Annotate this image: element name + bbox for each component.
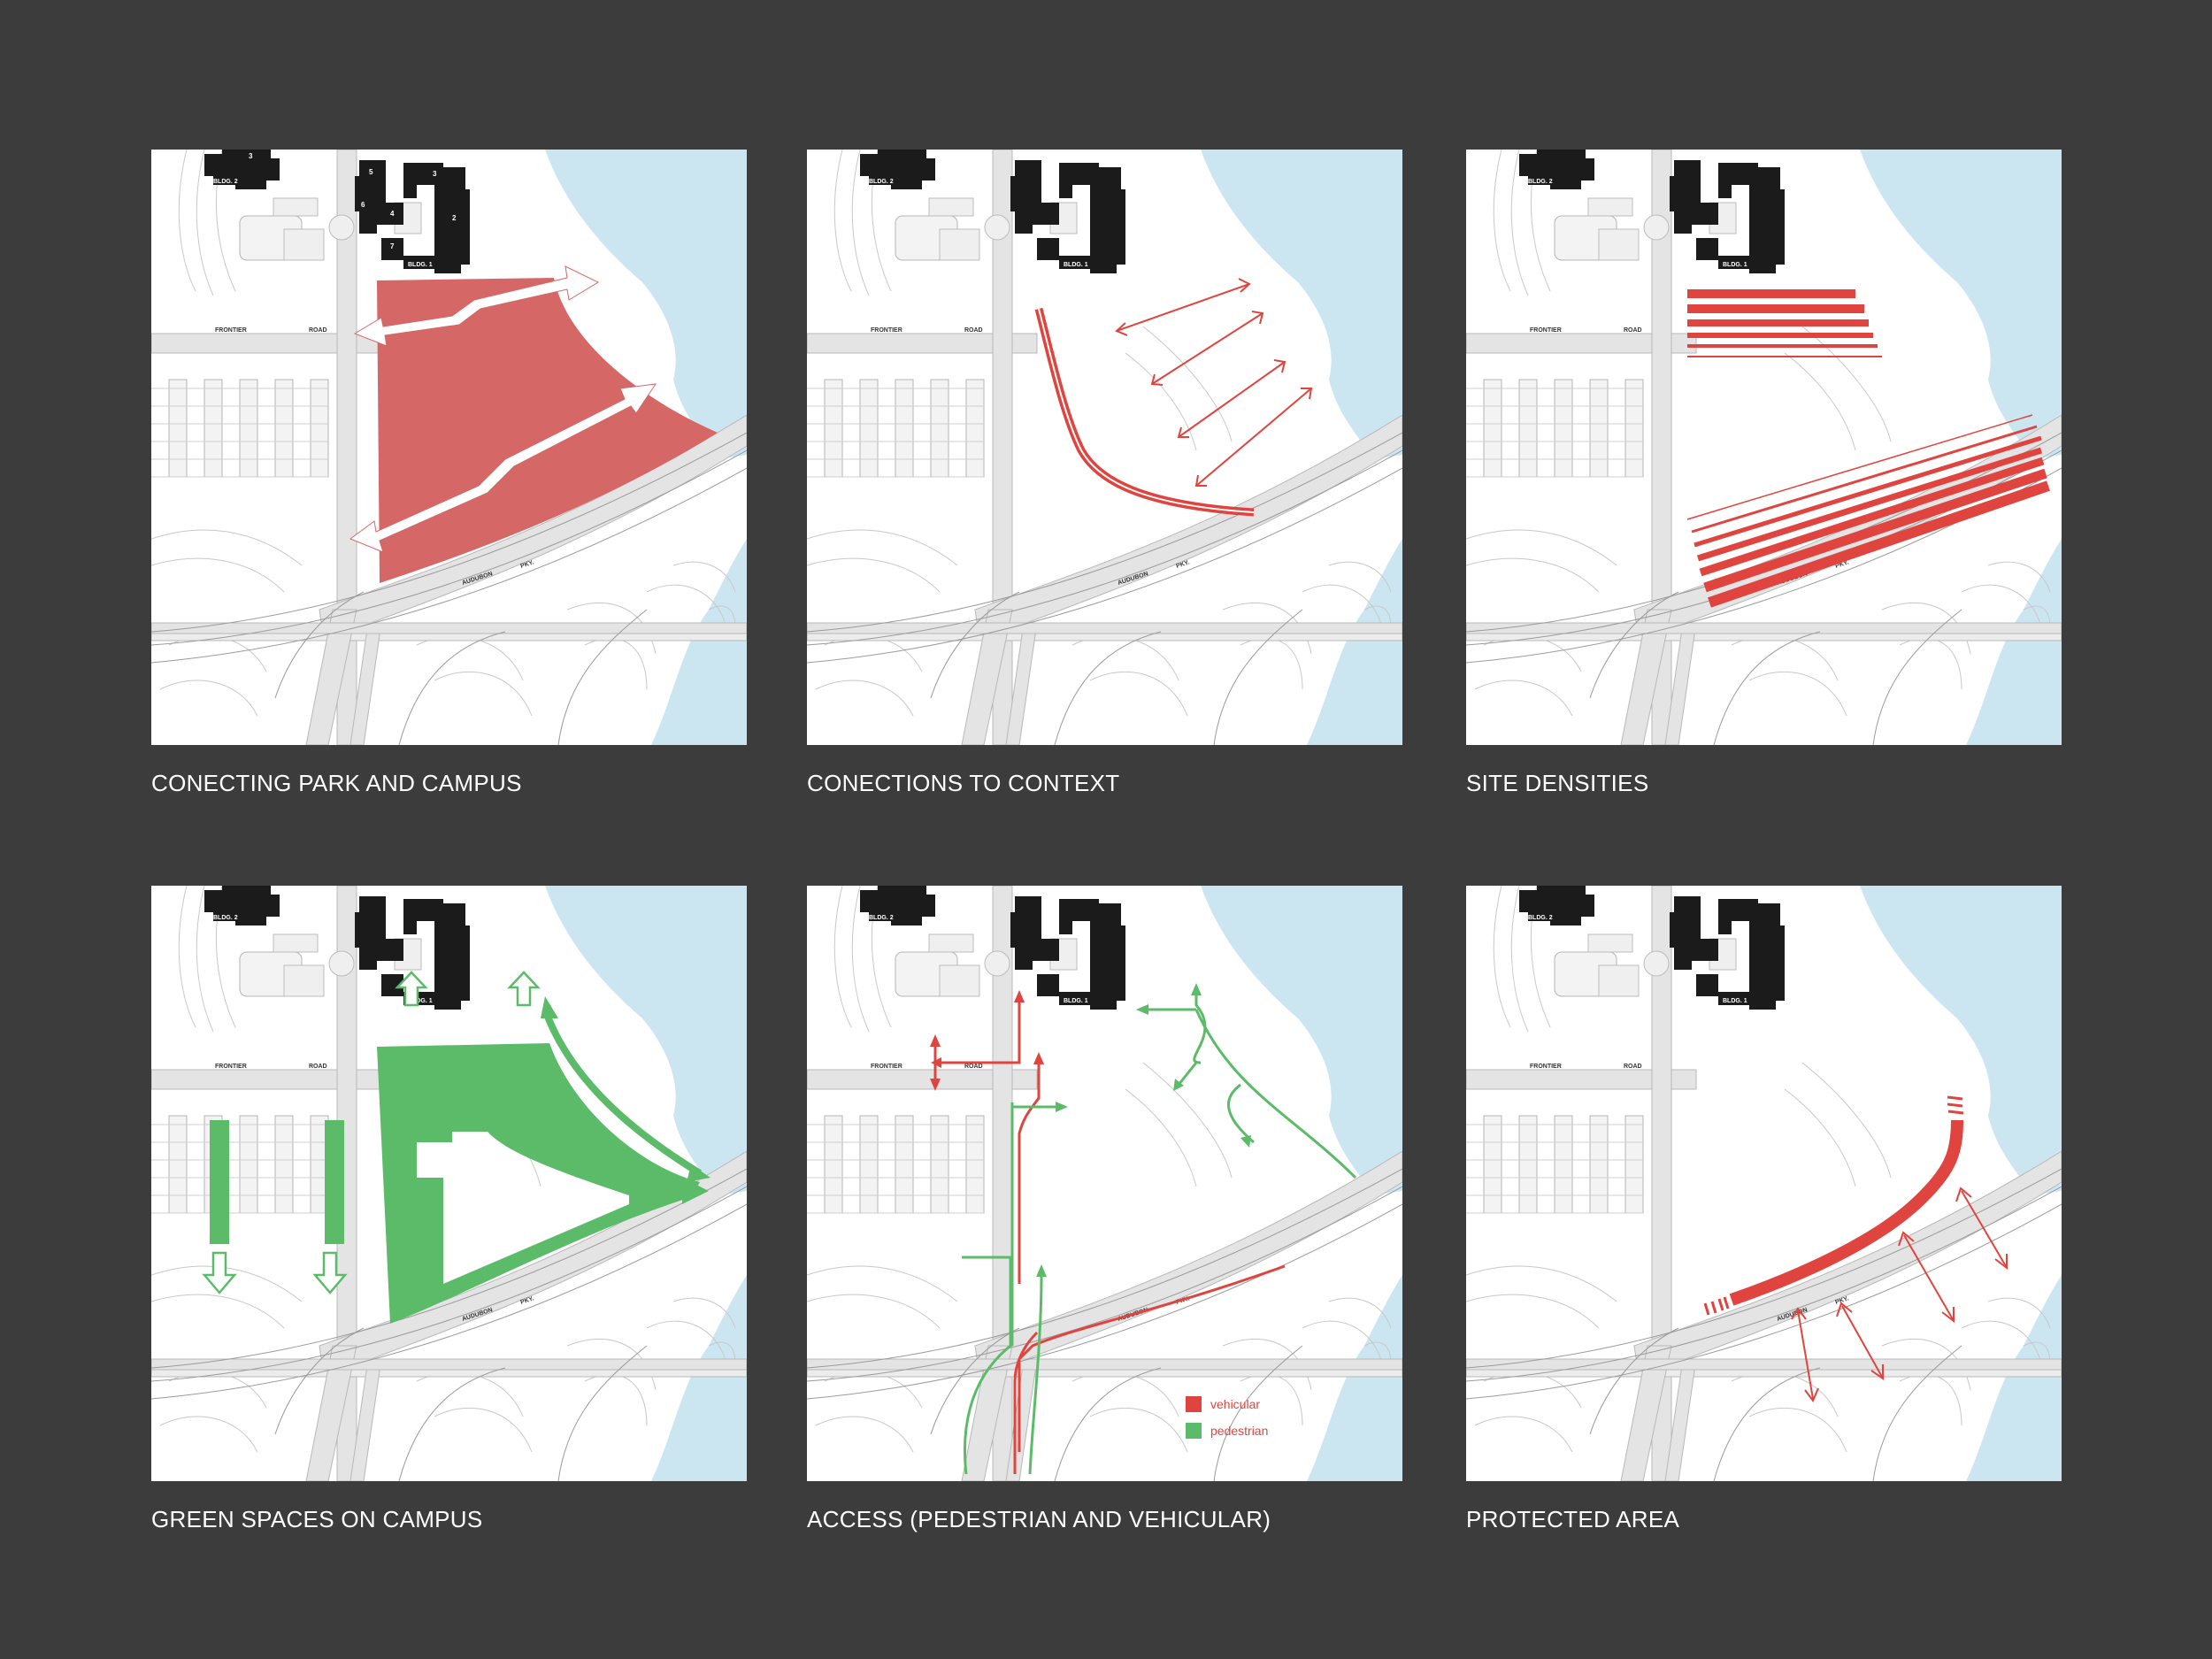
building-label: BLDG. 1 [408,262,433,268]
site-map: BLDG. 2 BLDG. 1 FRONTIER ROAD AUDUBON PK… [1466,886,2062,1481]
road-label: FRONTIER [215,327,247,334]
building-label: BLDG. 2 [1528,179,1553,185]
road-label: ROAD [964,1064,983,1070]
road-label: FRONTIER [871,327,902,334]
building-label: BLDG. 1 [1064,998,1088,1004]
panel-access: BLDG. 2 BLDG. 1 FRONTIER ROAD AUDUBON PK… [807,886,1402,1532]
building-label: BLDG. 2 [213,179,238,185]
building-number: 3 [433,170,437,178]
panel-protected-area: BLDG. 2 BLDG. 1 FRONTIER ROAD AUDUBON PK… [1466,886,2062,1532]
road-label: FRONTIER [871,1064,902,1070]
building-number: 2 [452,214,457,222]
road-label: FRONTIER [1530,327,1562,334]
panel-green-spaces-on-campus: BLDG. 2 BLDG. 1 FRONTIER ROAD AUDUBON PK… [151,886,747,1532]
panel-caption: GREEN SPACES ON CAMPUS [151,1506,483,1532]
panel-caption: CONECTIONS TO CONTEXT [807,770,1120,796]
green-parking-strip [210,1120,229,1244]
legend-vehicular-label: vehicular [1210,1397,1260,1411]
building-number: 4 [390,210,395,218]
panel-caption: SITE DENSITIES [1466,770,1649,796]
panel-caption: PROTECTED AREA [1466,1506,1680,1532]
road-label: FRONTIER [215,1064,247,1070]
panel-site-densities: BLDG. 2 BLDG. 1 FRONTIER ROAD AUDUBON PK… [1466,150,2062,796]
road-label: ROAD [1624,1064,1642,1070]
building-label: BLDG. 2 [869,915,894,921]
building-number: 3 [249,152,253,160]
site-map: BLDG. 2 BLDG. 1 FRONTIER ROAD AUDUBON PK… [151,886,747,1481]
green-parking-strip [325,1120,344,1244]
site-map: BLDG. 2 BLDG. 1 FRONTIER ROAD AUDUBON PK… [1466,150,2062,745]
building-label: BLDG. 2 [869,179,894,185]
legend-pedestrian-label: pedestrian [1210,1424,1268,1438]
building-label: BLDG. 1 [1064,262,1088,268]
panel-caption: CONECTING PARK AND CAMPUS [151,770,522,796]
legend-vehicular-swatch [1186,1396,1202,1412]
road-label: ROAD [309,327,327,334]
building-number: 7 [390,242,395,250]
road-label: ROAD [309,1064,327,1070]
panel-caption: ACCESS (PEDESTRIAN AND VEHICULAR) [807,1506,1271,1532]
panel-conecting-park-and-campus: 3 BLDG. 2 5 6 4 7 3 2 BLDG. 1 FRONTIER R… [151,150,747,796]
building-label: BLDG. 2 [213,915,238,921]
panel-conections-to-context: BLDG. 2 BLDG. 1 FRONTIER ROAD AUDUBON PK… [807,150,1402,796]
site-map: BLDG. 2 BLDG. 1 FRONTIER ROAD AUDUBON PK… [807,886,1402,1481]
building-number: 5 [369,168,373,176]
building-label: BLDG. 1 [1723,262,1747,268]
building-label: BLDG. 1 [1723,998,1747,1004]
legend-pedestrian-swatch [1186,1423,1202,1439]
road-label: ROAD [1624,327,1642,334]
road-label: ROAD [964,327,983,334]
site-map: 3 BLDG. 2 5 6 4 7 3 2 BLDG. 1 FRONTIER R… [151,150,747,745]
building-number: 6 [361,201,365,209]
road-label: FRONTIER [1530,1064,1562,1070]
building-label: BLDG. 2 [1528,915,1553,921]
site-map: BLDG. 2 BLDG. 1 FRONTIER ROAD AUDUBON PK… [807,150,1402,745]
